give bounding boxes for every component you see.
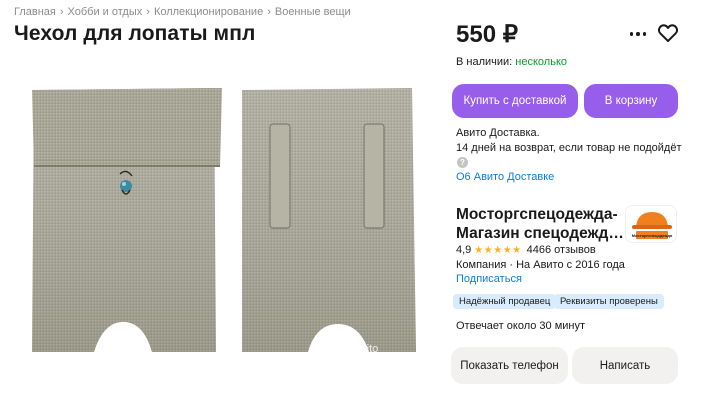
page-title: Чехол для лопаты мпл [14,22,256,45]
show-phone-button[interactable]: Показать телефон [451,347,568,384]
about-delivery-link[interactable]: О6 Авито Доставке [456,171,554,183]
delivery-return-policy: 14 дней на возврат, если товар не подойд… [456,142,682,154]
rating-value: 4,9 [456,244,472,256]
seller-name-line1: Мосторгспецодежда- [456,206,618,223]
add-to-cart-button[interactable]: В корзину [584,84,678,118]
delivery-info: Авито Доставка. 14 дней на возврат, если… [456,126,682,156]
seller-logo[interactable]: Мосторгспецодежда [625,205,677,243]
product-image[interactable]: Avito [14,62,439,398]
seller-name-line2: Магазин спецодежда... [456,225,624,242]
cover-back [242,88,416,352]
reliable-seller-badge: Надёжный продавец [453,294,557,309]
product-photo: Avito [14,62,439,398]
availability-value: несколько [515,56,568,68]
question-icon[interactable]: ? [457,157,468,168]
breadcrumb: Главная › Хобби и отдых › Коллекционирование… [14,6,351,18]
availability-label: В наличии: [456,56,513,68]
seller-rating[interactable]: 4,9 ★★★★★ 4466 отзывов [456,244,596,256]
availability: В наличии: несколько [456,56,567,68]
delivery-title: Авито Доставка. [456,127,540,139]
star-icon: ★★★★★ [474,244,522,256]
seller-company-info: Компания · На Авито с 2016 года [456,259,625,271]
breadcrumb-home[interactable]: Главная [14,6,56,18]
hard-hat-logo-icon: Мосторгспецодежда [626,206,676,242]
more-horizontal-icon[interactable] [626,24,650,44]
logo-text: Мосторгспецодежда [632,233,673,238]
cover-front [32,88,222,352]
buy-with-delivery-button[interactable]: Купить с доставкой [452,84,578,118]
breadcrumb-hobby[interactable]: Хобби и отдых [68,6,143,18]
breadcrumb-collecting[interactable]: Коллекционирование [154,6,263,18]
breadcrumb-military[interactable]: Военные вещи [275,6,351,18]
subscribe-link[interactable]: Подписаться [456,273,522,285]
write-message-button[interactable]: Написать [572,347,678,384]
reviews-count: 4466 отзывов [526,244,596,256]
seller-name[interactable]: Мосторгспецодежда- Магазин спецодежда... [456,205,624,243]
heart-icon[interactable] [656,21,680,45]
price: 550 ₽ [456,21,518,48]
verified-details-badge: Реквизиты проверены [554,294,664,309]
response-time: Отвечает около 30 минут [456,320,586,332]
image-watermark: Avito [354,343,378,355]
